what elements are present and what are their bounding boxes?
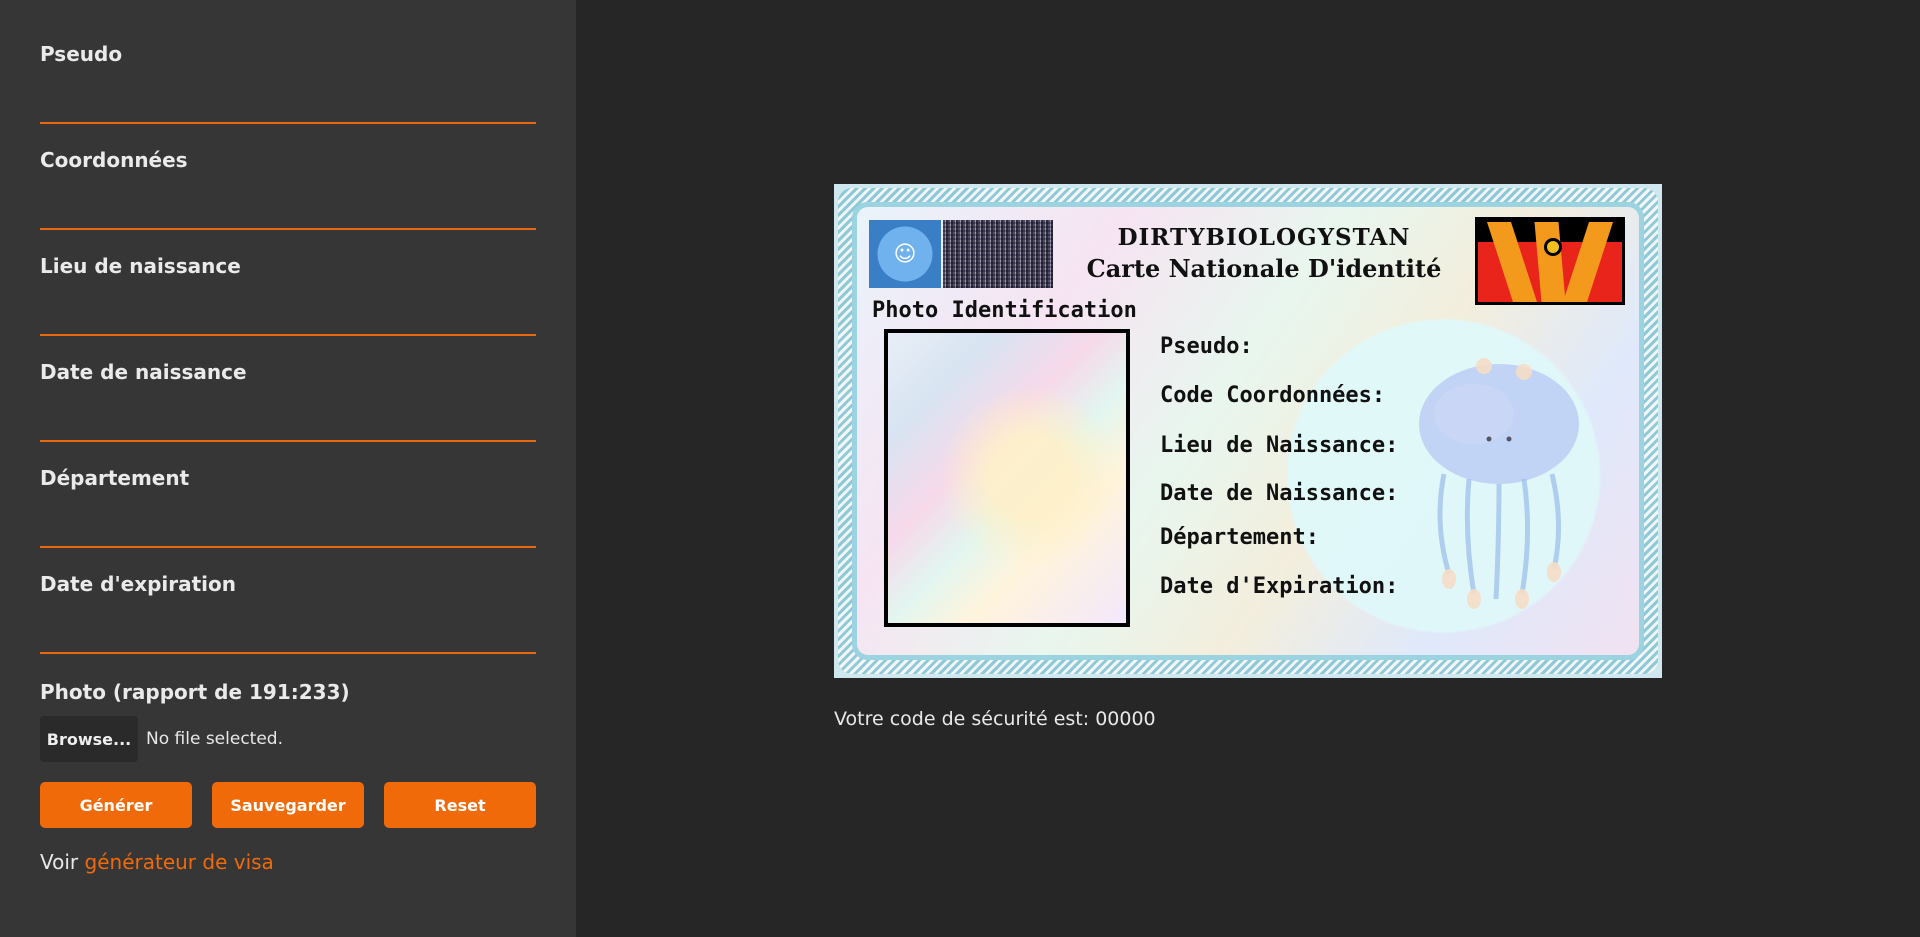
lieu-naissance-label: Lieu de naissance bbox=[40, 254, 241, 278]
id-card-preview: ☺ DIRTYBIOLOGYSTAN Carte Nationale D'ide… bbox=[834, 184, 1662, 678]
card-field-date-expiration: Date d'Expiration: bbox=[1160, 574, 1399, 599]
photo-identification-heading: Photo Identification bbox=[872, 298, 1137, 323]
card-field-date-naissance: Date de Naissance: bbox=[1160, 481, 1399, 506]
field-date-expiration: Date d'expiration bbox=[40, 530, 536, 654]
pseudo-label: Pseudo bbox=[40, 42, 123, 66]
card-country-name: DIRTYBIOLOGYSTAN bbox=[1117, 224, 1411, 251]
file-status: No file selected. bbox=[146, 729, 283, 749]
field-date-naissance: Date de naissance bbox=[40, 318, 536, 442]
id-photo-placeholder bbox=[884, 329, 1130, 627]
action-buttons: Générer Sauvegarder Reset bbox=[40, 782, 536, 828]
coordonnees-label: Coordonnées bbox=[40, 148, 188, 172]
date-naissance-label: Date de naissance bbox=[40, 360, 247, 384]
national-flag-icon bbox=[1475, 217, 1625, 305]
field-pseudo: Pseudo bbox=[40, 0, 536, 124]
reset-button[interactable]: Reset bbox=[384, 782, 536, 828]
visa-prefix: Voir bbox=[40, 850, 79, 874]
card-title: Carte Nationale D'identité bbox=[1086, 254, 1442, 283]
photo-file-input: Browse... No file selected. bbox=[40, 716, 283, 762]
save-button[interactable]: Sauvegarder bbox=[212, 782, 364, 828]
security-code-text: Votre code de sécurité est: 00000 bbox=[834, 708, 1156, 730]
generate-button[interactable]: Générer bbox=[40, 782, 192, 828]
date-expiration-label: Date d'expiration bbox=[40, 572, 237, 596]
photo-label: Photo (rapport de 191:233) bbox=[40, 680, 350, 704]
departement-label: Département bbox=[40, 466, 190, 490]
security-noise-image bbox=[943, 220, 1053, 288]
date-expiration-input[interactable] bbox=[40, 622, 536, 654]
field-lieu-naissance: Lieu de naissance bbox=[40, 212, 536, 336]
visa-generator-link[interactable]: générateur de visa bbox=[85, 850, 274, 874]
visa-generator-line: Voir générateur de visa bbox=[40, 850, 274, 874]
field-coordonnees: Coordonnées bbox=[40, 106, 536, 230]
field-departement: Département bbox=[40, 424, 536, 548]
un-emblem-icon: ☺ bbox=[869, 220, 941, 288]
card-field-lieu-naissance: Lieu de Naissance: bbox=[1160, 433, 1399, 458]
card-field-coordonnees: Code Coordonnées: bbox=[1160, 383, 1386, 408]
card-field-pseudo: Pseudo: bbox=[1160, 334, 1253, 359]
card-field-departement: Département: bbox=[1160, 525, 1319, 550]
browse-button[interactable]: Browse... bbox=[40, 716, 138, 762]
jellyfish-watermark-icon bbox=[1419, 358, 1579, 609]
flag-eye-icon bbox=[1544, 238, 1562, 256]
